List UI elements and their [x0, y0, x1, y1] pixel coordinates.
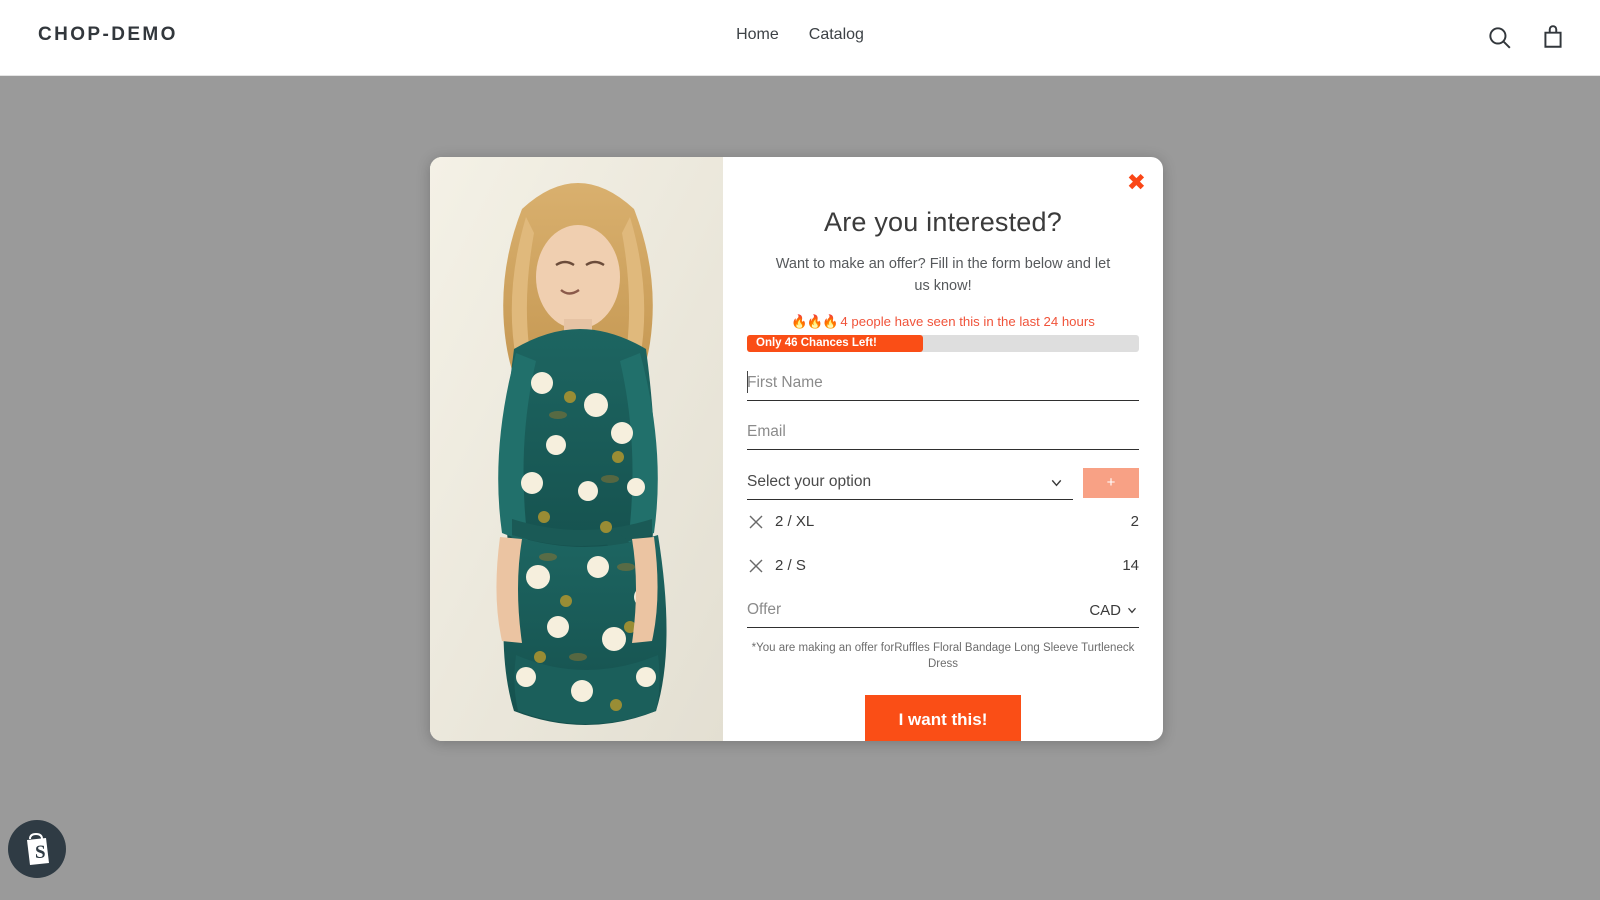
page-root: Ruffles Floral Bandage Long Sleeve Turtl…	[0, 0, 1600, 900]
submit-offer-button[interactable]: I want this!	[864, 694, 1022, 741]
header-icon-group	[1486, 22, 1566, 52]
make-offer-modal: ✖ Are you interested? Want to make an of…	[430, 157, 1163, 741]
nav-item-catalog[interactable]: Catalog	[809, 26, 864, 44]
chevron-down-icon	[1051, 479, 1062, 486]
chevron-down-icon	[1128, 607, 1136, 614]
shopify-badge[interactable]: S	[8, 820, 66, 878]
site-header: CHOP-DEMO Home Catalog	[0, 0, 1600, 76]
first-name-input[interactable]	[747, 373, 1139, 392]
scarcity-progress-bar: Only 46 Chances Left!	[747, 334, 1139, 352]
social-proof-text: 🔥🔥🔥 4 people have seen this in the last 2…	[747, 314, 1139, 330]
nav-item-home[interactable]: Home	[736, 26, 779, 44]
currency-selector[interactable]: CAD	[1089, 602, 1139, 619]
remove-variant-icon[interactable]	[747, 513, 765, 531]
scarcity-progress-label: Only 46 Chances Left!	[747, 334, 924, 352]
close-icon[interactable]: ✖	[1127, 172, 1146, 195]
add-variant-button[interactable]: +	[1083, 467, 1139, 498]
variant-list-item: 2 / S 14	[747, 544, 1139, 588]
modal-form-body: ✖ Are you interested? Want to make an of…	[723, 157, 1163, 741]
modal-title: Are you interested?	[824, 207, 1062, 237]
shopify-bag-icon: S	[27, 832, 49, 865]
offer-disclaimer: *You are making an offer forRuffles Flor…	[751, 641, 1135, 671]
currency-label: CAD	[1089, 601, 1121, 619]
cart-icon[interactable]	[1540, 22, 1566, 52]
social-proof-label: 4 people have seen this in the last 24 h…	[840, 313, 1095, 329]
offer-input[interactable]	[747, 601, 1090, 619]
offer-field[interactable]: CAD	[747, 594, 1139, 628]
variant-name: 2 / XL	[775, 513, 815, 530]
variant-name: 2 / S	[775, 557, 806, 574]
remove-variant-icon[interactable]	[747, 557, 765, 575]
variant-qty: 14	[1122, 557, 1139, 574]
first-name-field[interactable]	[747, 366, 1139, 401]
text-caret	[747, 370, 748, 393]
svg-text:S: S	[35, 842, 46, 863]
modal-subtitle: Want to make an offer? Fill in the form …	[775, 256, 1111, 294]
option-row: Select your option +	[747, 466, 1139, 500]
fire-icon: 🔥🔥🔥	[791, 313, 838, 329]
option-select-label: Select your option	[747, 473, 872, 490]
modal-photo-graphic	[430, 157, 723, 741]
modal-product-image	[430, 157, 723, 741]
variant-qty: 2	[1130, 513, 1139, 530]
main-navigation: Home Catalog	[0, 26, 1600, 44]
email-input[interactable]	[747, 422, 1139, 441]
search-icon[interactable]	[1486, 22, 1512, 52]
option-select[interactable]: Select your option	[747, 466, 1073, 500]
email-field[interactable]	[747, 415, 1139, 450]
variant-list-item: 2 / XL 2	[747, 500, 1139, 544]
